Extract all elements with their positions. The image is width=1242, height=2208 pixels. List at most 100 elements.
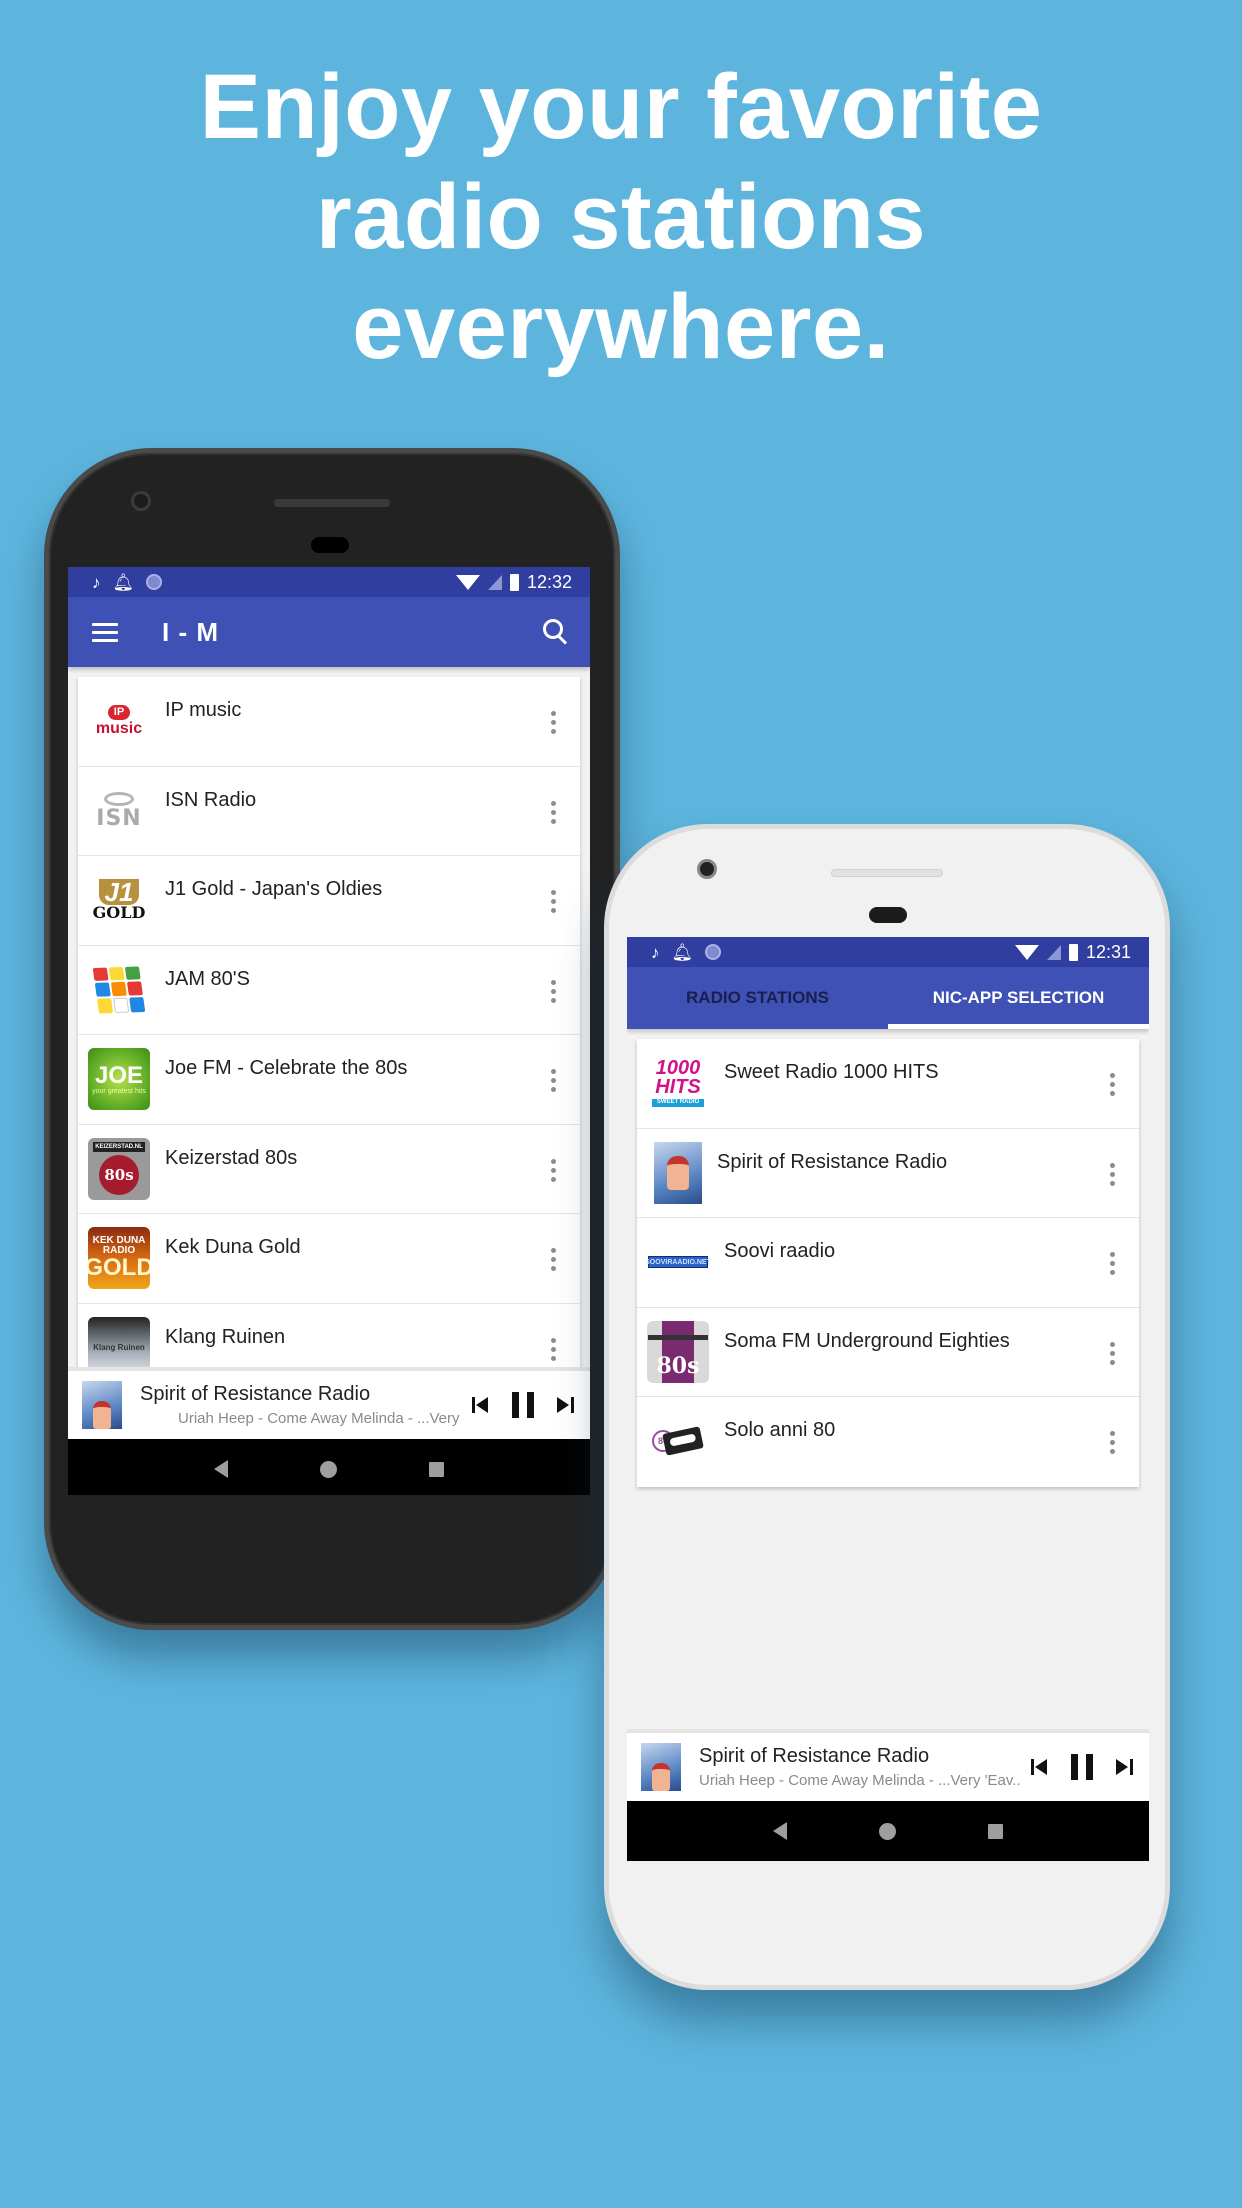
kek-duna-logo: KEK DUNA RADIO GOLD xyxy=(88,1227,150,1289)
now-playing-title: Spirit of Resistance Radio xyxy=(140,1383,371,1405)
search-icon[interactable] xyxy=(538,615,572,649)
system-nav-bar xyxy=(68,1439,590,1495)
station-name: Soovi raadio xyxy=(724,1240,836,1262)
recents-icon[interactable] xyxy=(988,1823,1003,1839)
status-bar: ♪ 🔔︎ 12:32 xyxy=(68,567,590,597)
phone-dark: ♪ 🔔︎ 12:32 I - M IP music IP music ISN I… xyxy=(44,448,620,1630)
status-time: 12:31 xyxy=(1085,941,1131,962)
system-nav-bar xyxy=(627,1801,1149,1861)
1000-hits-logo: 1000 HITS SWEET RADIO xyxy=(647,1052,709,1114)
more-options-icon[interactable] xyxy=(548,1069,558,1092)
screen-left: ♪ 🔔︎ 12:32 I - M IP music IP music ISN I… xyxy=(68,567,590,1495)
more-options-icon[interactable] xyxy=(548,800,558,824)
station-name: ISN Radio xyxy=(165,788,257,811)
earpiece-speaker xyxy=(831,869,943,877)
mini-player[interactable]: Spirit of Resistance Radio Uriah Heep - … xyxy=(627,1729,1149,1801)
station-name: Soma FM Underground Eighties xyxy=(724,1329,1010,1352)
music-note-icon: ♪ xyxy=(92,572,101,592)
rubiks-cube-logo xyxy=(88,958,150,1021)
more-options-icon[interactable] xyxy=(548,890,558,913)
music-note-icon: ♪ xyxy=(651,942,660,962)
now-playing-subtitle: Uriah Heep - Come Away Melinda - ...Very… xyxy=(699,1772,1021,1789)
station-row[interactable]: ISN ISN Radio xyxy=(78,767,580,856)
proximity-sensor xyxy=(869,907,907,923)
skip-previous-icon[interactable] xyxy=(472,1396,490,1414)
headline-line-1: Enjoy your favorite xyxy=(199,56,1043,158)
recents-icon[interactable] xyxy=(429,1461,444,1477)
more-options-icon[interactable] xyxy=(548,1337,558,1361)
station-row[interactable]: KEK DUNA RADIO GOLD Kek Duna Gold xyxy=(78,1214,580,1304)
station-name: Kek Duna Gold xyxy=(165,1236,301,1258)
station-row[interactable]: JAM 80'S xyxy=(78,946,580,1035)
home-icon[interactable] xyxy=(879,1822,896,1840)
station-row[interactable]: 80 Solo anni 80 xyxy=(637,1397,1139,1487)
station-row[interactable]: 1000 HITS SWEET RADIO Sweet Radio 1000 H… xyxy=(637,1039,1139,1129)
station-name: Joe FM - Celebrate the 80s xyxy=(165,1057,408,1079)
back-icon[interactable] xyxy=(773,1822,787,1840)
wifi-icon xyxy=(455,574,480,590)
mini-player[interactable]: Spirit of Resistance Radio Uriah Heep - … xyxy=(68,1367,590,1439)
ip-music-logo: IP music xyxy=(88,690,150,752)
bell-icon: 🔔︎ xyxy=(112,572,135,592)
station-row[interactable]: JOE your greatest hits Joe FM - Celebrat… xyxy=(78,1035,580,1125)
station-row[interactable]: IP music IP music xyxy=(78,677,580,767)
j1-gold-logo: J1 GOLD xyxy=(88,869,150,931)
screen-right: ♪ 🔔︎ 12:31 RADIO STATIONS NIC-APP SELECT… xyxy=(627,937,1149,1865)
station-row[interactable]: J1 GOLD J1 Gold - Japan's Oldies xyxy=(78,856,580,946)
earpiece-speaker xyxy=(274,499,390,507)
station-name: Klang Ruinen xyxy=(165,1325,286,1348)
solo-anni-80-logo: 80 xyxy=(647,1410,709,1472)
tab-nic-app-selection[interactable]: NIC-APP SELECTION xyxy=(888,967,1149,1029)
skip-next-icon[interactable] xyxy=(556,1396,574,1414)
more-options-icon[interactable] xyxy=(548,1248,558,1271)
circle-icon xyxy=(146,574,163,590)
more-options-icon[interactable] xyxy=(548,711,558,734)
now-playing-subtitle: Uriah Heep - Come Away Melinda - ...Very xyxy=(178,1410,460,1427)
pause-icon[interactable] xyxy=(512,1392,534,1418)
back-icon[interactable] xyxy=(214,1460,228,1478)
headline-line-3: everywhere. xyxy=(352,276,890,378)
signal-icon xyxy=(1046,944,1061,960)
station-list: IP music IP music ISN ISN Radio J1 GOLD xyxy=(78,677,580,1393)
bell-icon: 🔔︎ xyxy=(671,942,694,962)
station-list: 1000 HITS SWEET RADIO Sweet Radio 1000 H… xyxy=(637,1039,1139,1487)
station-name: IP music xyxy=(165,699,242,721)
status-time: 12:32 xyxy=(526,571,572,592)
status-bar: ♪ 🔔︎ 12:31 xyxy=(627,937,1149,967)
more-options-icon[interactable] xyxy=(1107,1162,1117,1186)
more-options-icon[interactable] xyxy=(1107,1341,1117,1365)
skip-previous-icon[interactable] xyxy=(1031,1758,1049,1776)
station-name: J1 Gold - Japan's Oldies xyxy=(165,878,383,900)
front-camera xyxy=(697,859,717,879)
joe-fm-logo: JOE your greatest hits xyxy=(88,1048,150,1110)
spirit-of-resistance-logo xyxy=(654,1141,702,1204)
phone-light: ♪ 🔔︎ 12:31 RADIO STATIONS NIC-APP SELECT… xyxy=(604,824,1170,1990)
battery-icon xyxy=(509,573,519,591)
more-options-icon[interactable] xyxy=(1107,1431,1117,1454)
more-options-icon[interactable] xyxy=(548,979,558,1003)
front-camera xyxy=(131,491,151,511)
now-playing-title: Spirit of Resistance Radio xyxy=(699,1745,930,1767)
more-options-icon[interactable] xyxy=(1107,1252,1117,1275)
home-icon[interactable] xyxy=(320,1460,337,1478)
signal-icon xyxy=(487,574,502,590)
station-name: Solo anni 80 xyxy=(724,1419,836,1441)
station-row[interactable]: 80s Soma FM Underground Eighties xyxy=(637,1308,1139,1397)
more-options-icon[interactable] xyxy=(548,1158,558,1182)
hamburger-icon[interactable] xyxy=(92,622,118,642)
station-name: Keizerstad 80s xyxy=(165,1146,298,1169)
skip-next-icon[interactable] xyxy=(1115,1758,1133,1776)
now-playing-artwork xyxy=(641,1743,681,1791)
isn-radio-logo: ISN xyxy=(88,779,150,842)
tab-bar: RADIO STATIONS NIC-APP SELECTION xyxy=(627,967,1149,1029)
station-name: JAM 80'S xyxy=(165,967,250,990)
headline-line-2: radio stations xyxy=(315,166,927,268)
station-row[interactable]: Spirit of Resistance Radio xyxy=(637,1129,1139,1218)
wifi-icon xyxy=(1014,944,1039,960)
more-options-icon[interactable] xyxy=(1107,1073,1117,1096)
tab-radio-stations[interactable]: RADIO STATIONS xyxy=(627,967,888,1029)
pause-icon[interactable] xyxy=(1071,1754,1093,1780)
station-row[interactable]: SOOVIRAADIO.NET Soovi raadio xyxy=(637,1218,1139,1308)
keizerstad-logo: KEIZERSTAD.NL 80s xyxy=(88,1137,150,1200)
station-row[interactable]: KEIZERSTAD.NL 80s Keizerstad 80s xyxy=(78,1125,580,1214)
